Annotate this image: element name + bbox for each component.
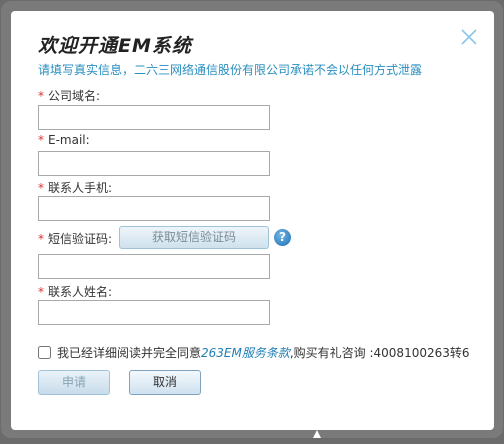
sms-label-text: 短信验证码: [48,232,113,246]
required-mark: * [38,181,44,195]
signup-dialog: 欢迎开通EM系统 请填写真实信息，二六三网络通信股份有限公司承诺不会以任何方式泄… [11,11,494,430]
terms-link[interactable]: 263EM服务条款 [201,346,290,360]
domain-label-text: 公司域名: [48,89,101,103]
phone-label: * 联系人手机: [38,179,112,196]
required-mark: * [38,133,44,147]
mouse-cursor [313,430,321,438]
agreement-prefix: 我已经详细阅读并完全同意 [57,346,202,360]
email-label: * E-mail: [38,133,90,147]
modal-frame: 欢迎开通EM系统 请填写真实信息，二六三网络通信股份有限公司承诺不会以任何方式泄… [1,1,503,438]
agreement-row: 我已经详细阅读并完全同意263EM服务条款,购买有礼咨询 :4008100263… [38,344,470,361]
submit-button[interactable]: 申请 [38,370,110,395]
close-icon[interactable] [458,26,480,48]
sms-code-input[interactable] [38,254,270,279]
email-label-text: E-mail: [48,133,90,147]
dialog-title: 欢迎开通EM系统 [38,35,192,57]
required-mark: * [38,89,44,103]
get-sms-code-button[interactable]: 获取短信验证码 [119,226,269,249]
domain-label: * 公司域名: [38,87,100,104]
name-label-text: 联系人姓名: [48,285,113,299]
domain-input[interactable] [38,105,270,130]
contact-name-input[interactable] [38,300,270,325]
cancel-button[interactable]: 取消 [129,370,201,395]
required-mark: * [38,232,44,246]
agreement-suffix: ,购买有礼咨询 :4008100263转6 [289,346,470,360]
privacy-notice: 请填写真实信息，二六三网络通信股份有限公司承诺不会以任何方式泄露 [38,63,423,77]
phone-label-text: 联系人手机: [48,181,113,195]
sms-label: * 短信验证码: [38,230,112,247]
name-label: * 联系人姓名: [38,283,112,300]
email-input[interactable] [38,151,270,176]
required-mark: * [38,285,44,299]
phone-input[interactable] [38,196,270,221]
agreement-checkbox[interactable] [38,346,51,359]
help-icon[interactable]: ? [274,229,291,246]
